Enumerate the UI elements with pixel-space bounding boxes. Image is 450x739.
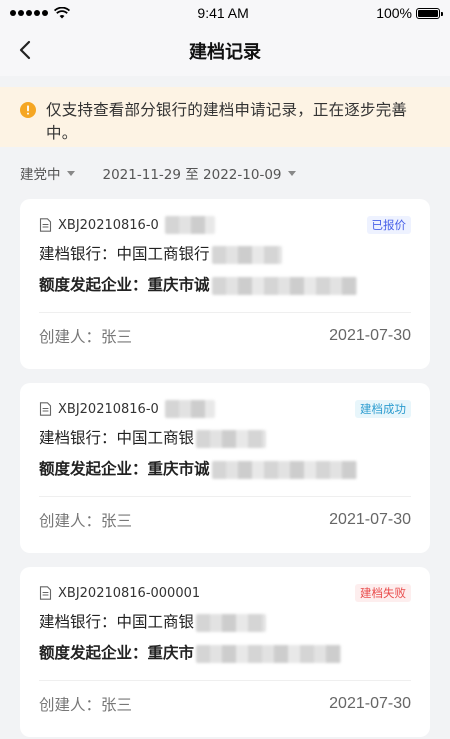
- bank-name: 中国工商银: [116, 429, 195, 447]
- redacted-bank: [196, 613, 267, 632]
- card-footer: 创建人：张三 2021-07-30: [39, 325, 411, 347]
- company-row: 额度发起企业： 重庆市: [39, 640, 411, 667]
- signal-group: [10, 7, 70, 19]
- card-divider: [39, 680, 411, 681]
- company-name: 重庆市诚: [147, 276, 210, 294]
- record-number: XBJ20210816-000001: [39, 586, 200, 601]
- record-card[interactable]: XBJ20210816-0 建档成功 建档银行： 中国工商银 额度发起企业： 重…: [20, 383, 430, 553]
- document-icon: [39, 402, 52, 416]
- status-bar: 9:41 AM 100%: [0, 0, 450, 26]
- company-row: 额度发起企业： 重庆市诚: [39, 272, 411, 299]
- card-header: XBJ20210816-0 建档成功: [39, 397, 411, 421]
- bank-row: 建档银行： 中国工商银行: [39, 241, 411, 268]
- battery-group: 100%: [376, 5, 443, 21]
- company-label: 额度发起企业：: [39, 276, 148, 294]
- status-badge: 建档成功: [355, 400, 411, 418]
- card-divider: [39, 496, 411, 497]
- redacted-company: [211, 460, 357, 479]
- caret-down-icon: [287, 170, 296, 176]
- redacted-company: [211, 276, 357, 295]
- notice-banner: 仅支持查看部分银行的建档申请记录，正在逐步完善中。: [0, 87, 450, 147]
- creator: 创建人：张三: [39, 696, 133, 714]
- bank-name: 中国工商银: [116, 613, 195, 631]
- page-title: 建档记录: [189, 42, 261, 63]
- status-badge: 已报价: [366, 216, 411, 234]
- record-date: 2021-07-30: [329, 327, 411, 344]
- bank-label: 建档银行：: [39, 429, 117, 447]
- creator: 创建人：张三: [39, 512, 133, 530]
- card-header: XBJ20210816-0 已报价: [39, 213, 411, 237]
- company-row: 额度发起企业： 重庆市诚: [39, 456, 411, 483]
- record-number-text: XBJ20210816-000001: [58, 585, 201, 601]
- nav-bar: 建档记录: [0, 26, 450, 76]
- document-icon: [39, 586, 52, 600]
- status-time: 9:41 AM: [197, 5, 249, 21]
- back-arrow-icon[interactable]: [14, 38, 38, 62]
- redacted-bank: [211, 245, 282, 264]
- battery-percent: 100%: [376, 5, 412, 21]
- bank-row: 建档银行： 中国工商银: [39, 609, 411, 636]
- filter-bar: 建党中 2021-11-29 至 2022-10-09: [0, 147, 450, 199]
- cellular-signal-icon: [10, 10, 48, 16]
- status-filter[interactable]: 建党中: [20, 163, 75, 183]
- warning-icon: [20, 102, 36, 118]
- card-divider: [39, 312, 411, 313]
- bank-row: 建档银行： 中国工商银: [39, 425, 411, 452]
- company-label: 额度发起企业：: [39, 644, 148, 662]
- record-list: XBJ20210816-0 已报价 建档银行： 中国工商银行 额度发起企业： 重…: [0, 199, 450, 737]
- record-date: 2021-07-30: [329, 511, 411, 528]
- date-range-label: 2021-11-29 至 2022-10-09: [102, 167, 282, 183]
- date-range-filter[interactable]: 2021-11-29 至 2022-10-09: [103, 163, 296, 183]
- record-number-text: XBJ20210816-0: [58, 401, 159, 417]
- company-name: 重庆市诚: [147, 460, 210, 478]
- redacted-bank: [196, 429, 267, 448]
- status-filter-label: 建党中: [20, 167, 61, 183]
- record-card[interactable]: XBJ20210816-0 已报价 建档银行： 中国工商银行 额度发起企业： 重…: [20, 199, 430, 369]
- bank-name: 中国工商银行: [116, 245, 210, 263]
- bank-label: 建档银行：: [39, 245, 117, 263]
- document-icon: [39, 218, 52, 232]
- notice-text: 仅支持查看部分银行的建档申请记录，正在逐步完善中。: [46, 101, 408, 142]
- battery-icon: [416, 7, 443, 19]
- caret-down-icon: [66, 170, 75, 176]
- record-card[interactable]: XBJ20210816-000001 建档失败 建档银行： 中国工商银 额度发起…: [20, 567, 430, 737]
- company-name: 重庆市: [147, 644, 195, 662]
- record-number: XBJ20210816-0: [39, 400, 215, 418]
- redacted-number: [164, 216, 215, 234]
- status-badge: 建档失败: [355, 584, 411, 602]
- wifi-icon: [54, 7, 70, 19]
- redacted-company: [196, 644, 342, 663]
- bank-label: 建档银行：: [39, 613, 117, 631]
- creator: 创建人：张三: [39, 328, 133, 346]
- company-label: 额度发起企业：: [39, 460, 148, 478]
- card-header: XBJ20210816-000001 建档失败: [39, 581, 411, 605]
- record-date: 2021-07-30: [329, 695, 411, 712]
- record-number: XBJ20210816-0: [39, 216, 215, 234]
- card-footer: 创建人：张三 2021-07-30: [39, 509, 411, 531]
- redacted-number: [164, 400, 215, 418]
- card-footer: 创建人：张三 2021-07-30: [39, 693, 411, 715]
- record-number-text: XBJ20210816-0: [58, 217, 159, 233]
